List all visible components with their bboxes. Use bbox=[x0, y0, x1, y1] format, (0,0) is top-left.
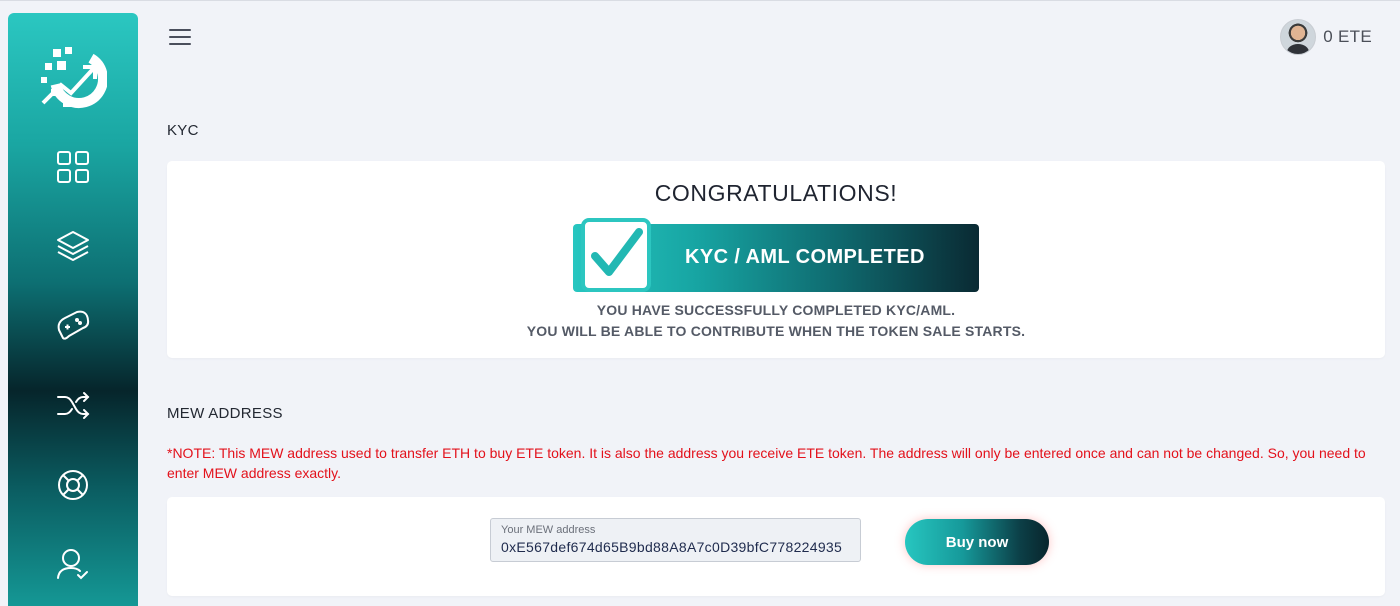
kyc-message-line2: YOU WILL BE ABLE TO CONTRIBUTE WHEN THE … bbox=[526, 323, 1026, 339]
layers-icon bbox=[57, 231, 89, 261]
grid-icon bbox=[57, 151, 89, 183]
sidebar bbox=[8, 13, 138, 606]
sidebar-item-profile[interactable] bbox=[55, 546, 91, 582]
hamburger-line bbox=[169, 29, 191, 31]
token-balance: 0 ETE bbox=[1323, 27, 1372, 46]
menu-toggle-button[interactable] bbox=[169, 29, 191, 47]
lifebuoy-icon bbox=[58, 470, 88, 500]
logo-icon bbox=[41, 47, 107, 108]
kyc-message-line1: YOU HAVE SUCCESSFULLY COMPLETED KYC/AML. bbox=[596, 302, 956, 318]
buy-now-button[interactable]: Buy now bbox=[905, 519, 1049, 565]
sidebar-item-exchange[interactable] bbox=[55, 387, 91, 423]
gamepad-icon bbox=[57, 310, 90, 340]
mew-card: Your MEW address Buy now bbox=[167, 497, 1385, 596]
sidebar-item-layers[interactable] bbox=[55, 228, 91, 264]
hamburger-line bbox=[169, 36, 191, 38]
hamburger-line bbox=[169, 43, 191, 45]
check-box-icon bbox=[581, 218, 651, 292]
mew-section-title: MEW ADDRESS bbox=[167, 405, 283, 422]
mew-address-label: Your MEW address bbox=[501, 524, 596, 536]
kyc-complete-badge: KYC / AML COMPLETED bbox=[573, 218, 979, 292]
kyc-card: CONGRATULATIONS! KYC / AML COMPLETED YOU… bbox=[167, 161, 1385, 358]
shuffle-icon bbox=[57, 392, 90, 419]
congrats-heading: CONGRATULATIONS! bbox=[654, 180, 898, 206]
kyc-badge-label: KYC / AML COMPLETED bbox=[685, 246, 925, 268]
sidebar-item-games[interactable] bbox=[55, 308, 91, 344]
user-menu[interactable]: 0 ETE bbox=[1280, 19, 1372, 55]
kyc-section-title: KYC bbox=[167, 122, 199, 139]
kyc-message: YOU HAVE SUCCESSFULLY COMPLETED KYC/AML.… bbox=[167, 300, 1385, 342]
sidebar-item-dashboard[interactable] bbox=[55, 149, 91, 185]
sidebar-item-support[interactable] bbox=[55, 467, 91, 503]
mew-address-field[interactable]: Your MEW address bbox=[490, 518, 861, 562]
checkmark-icon bbox=[591, 228, 643, 276]
mew-note: *NOTE: This MEW address used to transfer… bbox=[167, 445, 1366, 481]
mew-address-input[interactable] bbox=[501, 539, 857, 555]
avatar[interactable] bbox=[1280, 19, 1317, 55]
user-icon bbox=[57, 549, 88, 580]
